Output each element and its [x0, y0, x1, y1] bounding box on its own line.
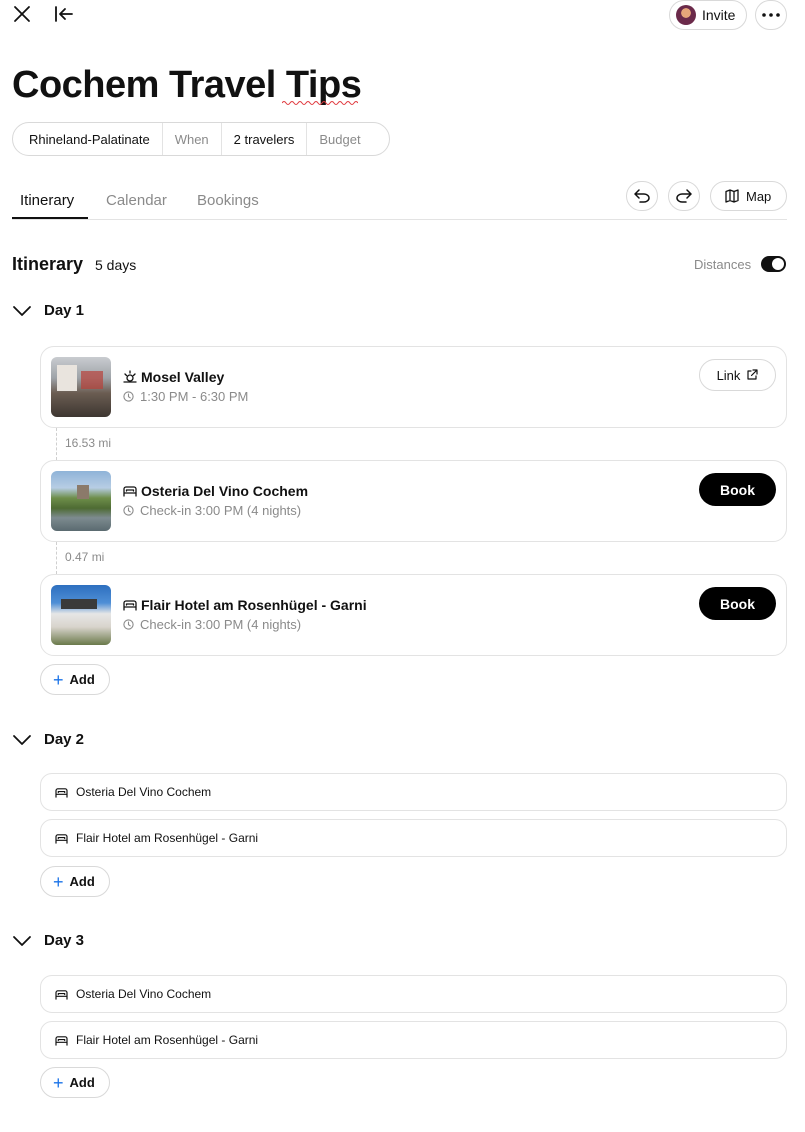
bed-icon: [55, 1035, 68, 1046]
card-title: Flair Hotel am Rosenhügel - Garni: [141, 597, 367, 613]
day-1-header[interactable]: Day 1: [12, 302, 84, 319]
day-3-header[interactable]: Day 3: [12, 932, 84, 949]
link-button[interactable]: Link: [699, 359, 776, 391]
card-checkin: Check-in 3:00 PM (4 nights): [140, 617, 302, 632]
day-3-label: Day 3: [44, 932, 85, 949]
avatar: [676, 5, 696, 25]
day-2-item-osteria[interactable]: Osteria Del Vino Cochem: [40, 773, 787, 811]
itinerary-days-count: 5 days: [95, 257, 137, 273]
spellcheck-underline: [282, 101, 358, 105]
bed-icon: [123, 600, 137, 611]
map-button[interactable]: Map: [710, 181, 787, 211]
invite-button[interactable]: Invite: [669, 0, 747, 30]
bed-icon: [123, 486, 137, 497]
map-label: Map: [746, 188, 772, 204]
itinerary-card-mosel-valley[interactable]: Mosel Valley 1:30 PM - 6:30 PM Link: [40, 346, 787, 428]
distance-label: 16.53 mi: [65, 436, 112, 450]
item-title: Flair Hotel am Rosenhügel - Garni: [76, 831, 259, 845]
chevron-down-icon: [13, 935, 31, 946]
collapse-left-icon: [55, 6, 73, 22]
day-2-item-flair-hotel[interactable]: Flair Hotel am Rosenhügel - Garni: [40, 819, 787, 857]
trip-budget[interactable]: Budget: [307, 123, 372, 155]
plus-icon: +: [53, 1072, 64, 1093]
item-title: Osteria Del Vino Cochem: [76, 785, 212, 799]
day-1-add-button[interactable]: + Add: [40, 664, 110, 695]
tab-itinerary[interactable]: Itinerary: [20, 192, 74, 209]
itinerary-card-flair-hotel[interactable]: Flair Hotel am Rosenhügel - Garni Check-…: [40, 574, 787, 656]
map-icon: [725, 189, 739, 203]
chevron-down-icon: [13, 734, 31, 745]
trip-travelers[interactable]: 2 travelers: [222, 123, 308, 155]
tab-calendar[interactable]: Calendar: [106, 192, 167, 209]
card-subtitle-row: Check-in 3:00 PM (4 nights): [123, 617, 301, 632]
sightseeing-icon: [123, 370, 137, 383]
undo-icon: [634, 189, 650, 203]
redo-button[interactable]: [668, 181, 700, 211]
itinerary-card-osteria[interactable]: Osteria Del Vino Cochem Check-in 3:00 PM…: [40, 460, 787, 542]
toggle-knob: [772, 258, 784, 270]
distances-toggle[interactable]: [761, 256, 786, 272]
more-dots-icon: [762, 13, 780, 17]
flair-hotel-photo: [51, 585, 111, 645]
distance-label: 0.47 mi: [65, 550, 105, 564]
mosel-valley-photo: [51, 357, 111, 417]
day-3-item-flair-hotel[interactable]: Flair Hotel am Rosenhügel - Garni: [40, 1021, 787, 1059]
bed-icon: [55, 833, 68, 844]
link-label: Link: [716, 367, 741, 383]
redo-icon: [676, 189, 692, 203]
day-2-header[interactable]: Day 2: [12, 731, 84, 748]
clock-icon: [123, 505, 134, 516]
add-label: Add: [69, 672, 95, 687]
tab-bookings[interactable]: Bookings: [197, 192, 259, 209]
close-icon: [14, 6, 30, 22]
trip-details-bar: Rhineland-Palatinate When 2 travelers Bu…: [12, 122, 390, 156]
day-3-item-osteria[interactable]: Osteria Del Vino Cochem: [40, 975, 787, 1013]
more-options-button[interactable]: [755, 0, 787, 30]
distances-label: Distances: [694, 257, 752, 272]
trip-location[interactable]: Rhineland-Palatinate: [13, 123, 163, 155]
card-title: Mosel Valley: [141, 369, 225, 385]
item-title: Flair Hotel am Rosenhügel - Garni: [76, 1033, 259, 1047]
invite-label: Invite: [702, 7, 736, 23]
add-label: Add: [69, 874, 95, 889]
card-title: Osteria Del Vino Cochem: [141, 483, 309, 499]
clock-icon: [123, 391, 134, 402]
plus-icon: +: [53, 871, 64, 892]
card-time: 1:30 PM - 6:30 PM: [140, 389, 249, 404]
card-subtitle-row: 1:30 PM - 6:30 PM: [123, 389, 248, 404]
tabs-divider: [12, 219, 787, 220]
card-checkin: Check-in 3:00 PM (4 nights): [140, 503, 302, 518]
card-subtitle-row: Check-in 3:00 PM (4 nights): [123, 503, 301, 518]
bed-icon: [55, 989, 68, 1000]
bed-icon: [55, 787, 68, 798]
book-button[interactable]: Book: [699, 473, 776, 506]
day-2-add-button[interactable]: + Add: [40, 866, 110, 897]
day-3-add-button[interactable]: + Add: [40, 1067, 110, 1098]
item-title: Osteria Del Vino Cochem: [76, 987, 212, 1001]
plus-icon: +: [53, 669, 64, 690]
clock-icon: [123, 619, 134, 630]
book-button[interactable]: Book: [699, 587, 776, 620]
trip-when[interactable]: When: [163, 123, 222, 155]
connector-line: [56, 428, 57, 460]
external-link-icon: [747, 369, 759, 380]
day-1-label: Day 1: [44, 302, 85, 319]
add-label: Add: [69, 1075, 95, 1090]
collapse-panel-button[interactable]: [52, 2, 76, 26]
undo-button[interactable]: [626, 181, 658, 211]
connector-line: [56, 542, 57, 574]
osteria-photo: [51, 471, 111, 531]
chevron-down-icon: [13, 305, 31, 316]
day-2-label: Day 2: [44, 731, 85, 748]
itinerary-heading: Itinerary: [12, 254, 84, 274]
close-button[interactable]: [10, 2, 34, 26]
